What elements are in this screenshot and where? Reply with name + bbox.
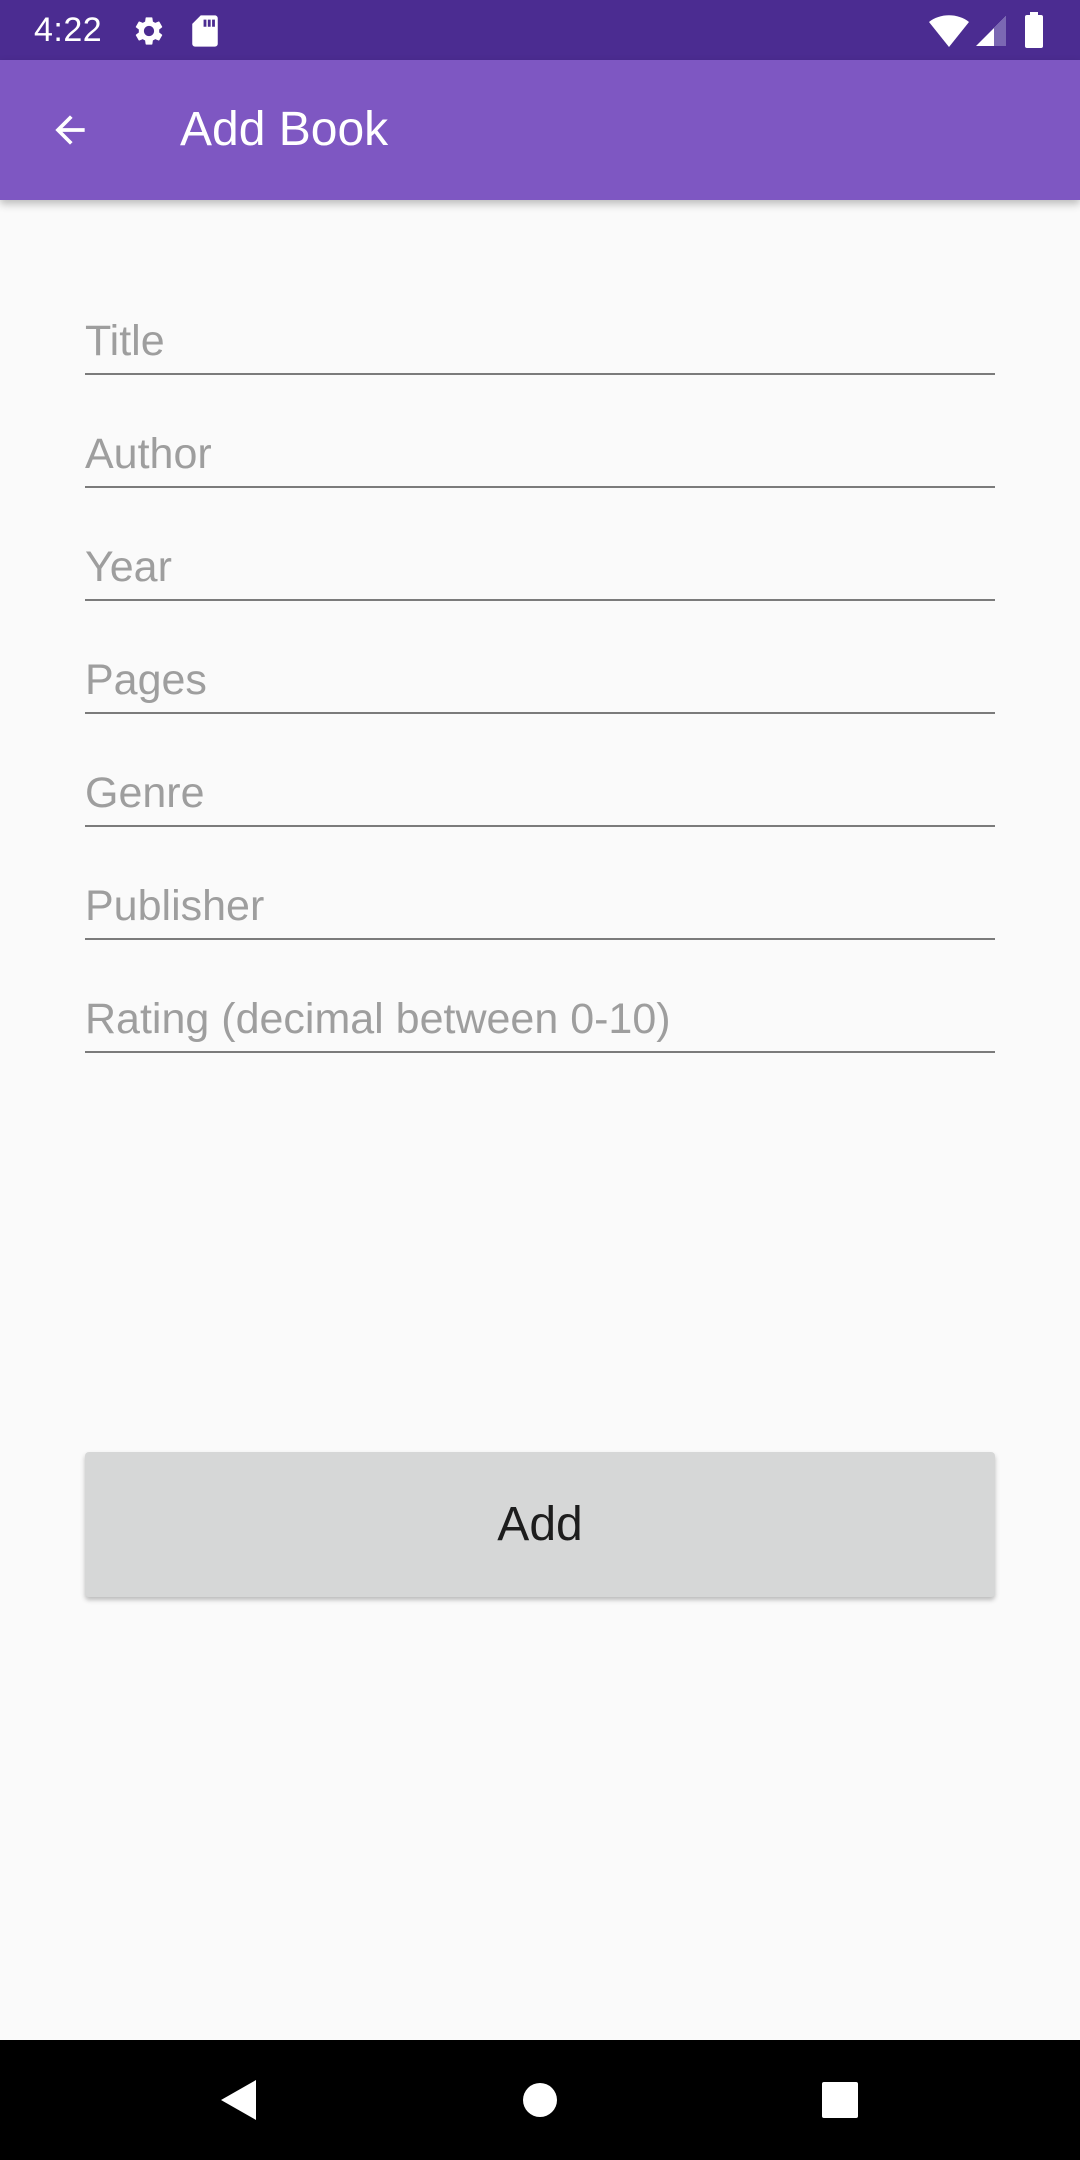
nav-back-icon <box>221 2080 256 2120</box>
rating-input[interactable] <box>85 978 995 1053</box>
add-button[interactable]: Add <box>85 1452 995 1597</box>
system-nav-bar <box>0 2040 1080 2160</box>
app-bar: Add Book <box>0 60 1080 200</box>
pages-field-wrapper <box>85 639 995 752</box>
nav-back-button[interactable] <box>208 2070 268 2130</box>
arrow-back-icon <box>55 115 85 145</box>
battery-icon <box>1025 12 1043 48</box>
sd-card-icon <box>192 15 218 47</box>
publisher-input[interactable] <box>85 865 995 940</box>
pages-input[interactable] <box>85 639 995 714</box>
rating-field-wrapper <box>85 978 995 1091</box>
gear-icon <box>135 17 163 45</box>
title-field-wrapper <box>85 300 995 413</box>
back-button[interactable] <box>30 90 110 170</box>
year-input[interactable] <box>85 526 995 601</box>
page-title: Add Book <box>180 103 389 156</box>
wifi-icon <box>929 15 969 47</box>
author-field-wrapper <box>85 413 995 526</box>
publisher-field-wrapper <box>85 865 995 978</box>
cell-signal-icon <box>976 16 1006 46</box>
nav-home-icon <box>523 2083 557 2117</box>
year-field-wrapper <box>85 526 995 639</box>
title-input[interactable] <box>85 300 995 375</box>
genre-input[interactable] <box>85 752 995 827</box>
status-bar: 4:22 <box>0 0 1080 60</box>
add-book-form <box>85 300 995 1091</box>
author-input[interactable] <box>85 413 995 488</box>
nav-recents-icon <box>822 2082 858 2118</box>
status-time: 4:22 <box>34 11 103 49</box>
nav-home-button[interactable] <box>510 2070 570 2130</box>
genre-field-wrapper <box>85 752 995 865</box>
nav-recents-button[interactable] <box>810 2070 870 2130</box>
